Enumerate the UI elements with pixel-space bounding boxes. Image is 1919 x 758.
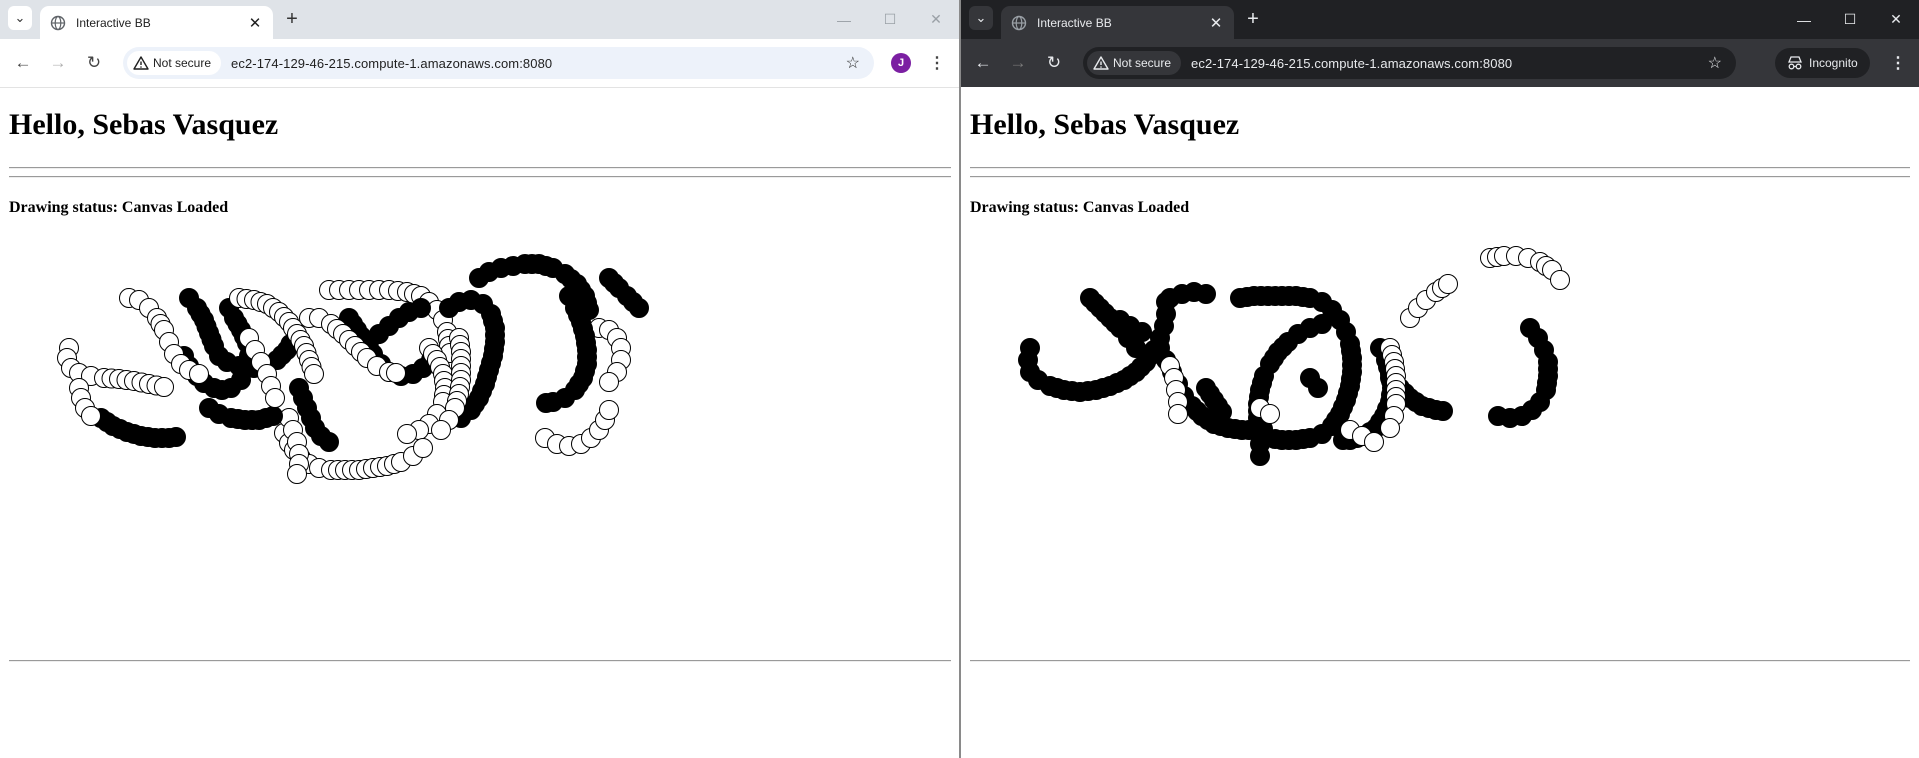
tab-search-button[interactable]: ⌄ [8,6,32,30]
drawn-dot [536,393,556,413]
title-bar: ⌄ Interactive BB ✕ + — ☐ ✕ [961,0,1919,39]
drawn-dot [81,406,101,426]
drawn-dot [166,427,186,447]
drawn-dot [386,363,406,383]
close-tab-icon[interactable]: ✕ [245,13,265,33]
back-button[interactable]: ← [971,51,995,75]
divider-top-1 [9,167,951,169]
site-info-chip[interactable]: Not secure [1087,51,1182,75]
drawn-dot [1260,404,1280,424]
drawn-dot [265,388,285,408]
security-label: Not secure [153,56,212,70]
drawn-dot [599,372,619,392]
maximize-button[interactable]: ☐ [867,0,913,39]
incognito-label: Incognito [1809,56,1858,70]
drawn-dot [1212,402,1232,422]
tab-search-button[interactable]: ⌄ [969,6,993,30]
drawn-dot [1438,274,1458,294]
close-window-button[interactable]: ✕ [913,0,959,39]
drawn-dot [1168,404,1188,424]
new-tab-button[interactable]: + [1242,8,1264,30]
tab-interactive-bb[interactable]: Interactive BB ✕ [1001,6,1234,39]
drawn-dot [1132,322,1152,342]
drawn-dot [1250,446,1270,466]
maximize-button[interactable]: ☐ [1827,0,1873,39]
reload-button[interactable]: ↻ [82,51,106,75]
drawing-status: Drawing status: Canvas Loaded [9,199,229,216]
toolbar: ← → ↻ Not secure ec2-174-129-46-215.comp… [0,39,960,88]
drawn-dot [189,364,209,384]
close-window-button[interactable]: ✕ [1873,0,1919,39]
minimize-button[interactable]: — [1781,0,1827,39]
drawn-dot [1433,401,1453,421]
divider-bottom [9,660,951,662]
browser-window-left: ⌄ Interactive BB ✕ + — ☐ ✕ ← → ↻ Not sec… [0,0,960,758]
drawn-dot [413,438,433,458]
drawn-dot [1308,378,1328,398]
bookmark-star-icon[interactable]: ☆ [1708,47,1722,79]
site-info-chip[interactable]: Not secure [127,51,222,75]
page-greeting: Hello, Sebas Vasquez [9,108,279,141]
title-bar: ⌄ Interactive BB ✕ + — ☐ ✕ [0,0,960,39]
warning-icon [1093,56,1109,70]
reload-button[interactable]: ↻ [1042,51,1066,75]
forward-button[interactable]: → [1006,51,1030,75]
drawn-dot [263,406,283,426]
warning-icon [133,56,149,70]
drawn-dot [1364,432,1384,452]
drawn-dot [287,464,307,484]
drawn-dot [1380,418,1400,438]
page-content: Hello, Sebas Vasquez Drawing status: Can… [0,88,960,758]
back-button[interactable]: ← [11,51,35,75]
url-text: ec2-174-129-46-215.compute-1.amazonaws.c… [231,55,553,71]
drawn-dot [629,298,649,318]
toolbar: ← → ↻ Not secure ec2-174-129-46-215.comp… [961,39,1919,87]
drawing-canvas[interactable] [9,238,951,558]
drawn-dot [397,424,417,444]
tab-title: Interactive BB [76,15,151,30]
menu-icon[interactable]: ⋮ [1886,51,1910,75]
incognito-icon [1788,56,1802,70]
profile-avatar[interactable]: J [891,53,911,73]
drawn-dot [599,400,619,420]
address-bar[interactable]: Not secure ec2-174-129-46-215.compute-1.… [123,47,874,79]
forward-button[interactable]: → [46,51,70,75]
drawing-canvas[interactable] [970,238,1910,558]
close-tab-icon[interactable]: ✕ [1206,13,1226,33]
drawn-dot [411,298,431,318]
page-content: Hello, Sebas Vasquez Drawing status: Can… [961,88,1919,758]
drawing-status: Drawing status: Canvas Loaded [970,199,1190,216]
drawn-dot [319,432,339,452]
divider-top-1 [970,167,1910,169]
menu-icon[interactable]: ⋮ [925,51,949,75]
globe-icon [50,15,66,30]
tab-interactive-bb[interactable]: Interactive BB ✕ [40,6,273,39]
browser-window-right: ⌄ Interactive BB ✕ + — ☐ ✕ ← → ↻ Not sec… [961,0,1919,758]
security-label: Not secure [1113,56,1172,70]
new-tab-button[interactable]: + [281,8,303,30]
drawn-dot [431,420,451,440]
drawn-dot [1196,284,1216,304]
globe-icon [1011,15,1027,30]
divider-top-2 [970,176,1910,178]
bookmark-star-icon[interactable]: ☆ [846,47,860,79]
divider-bottom [970,660,1910,662]
drawn-dot [1550,270,1570,290]
tab-title: Interactive BB [1037,15,1112,30]
drawn-dot [1488,406,1508,426]
address-bar[interactable]: Not secure ec2-174-129-46-215.compute-1.… [1083,47,1736,79]
incognito-button[interactable]: Incognito [1775,48,1870,78]
drawn-dot [154,377,174,397]
minimize-button[interactable]: — [821,0,867,39]
drawn-dot [304,364,324,384]
page-greeting: Hello, Sebas Vasquez [970,108,1240,141]
divider-top-2 [9,176,951,178]
url-text: ec2-174-129-46-215.compute-1.amazonaws.c… [1191,55,1513,71]
